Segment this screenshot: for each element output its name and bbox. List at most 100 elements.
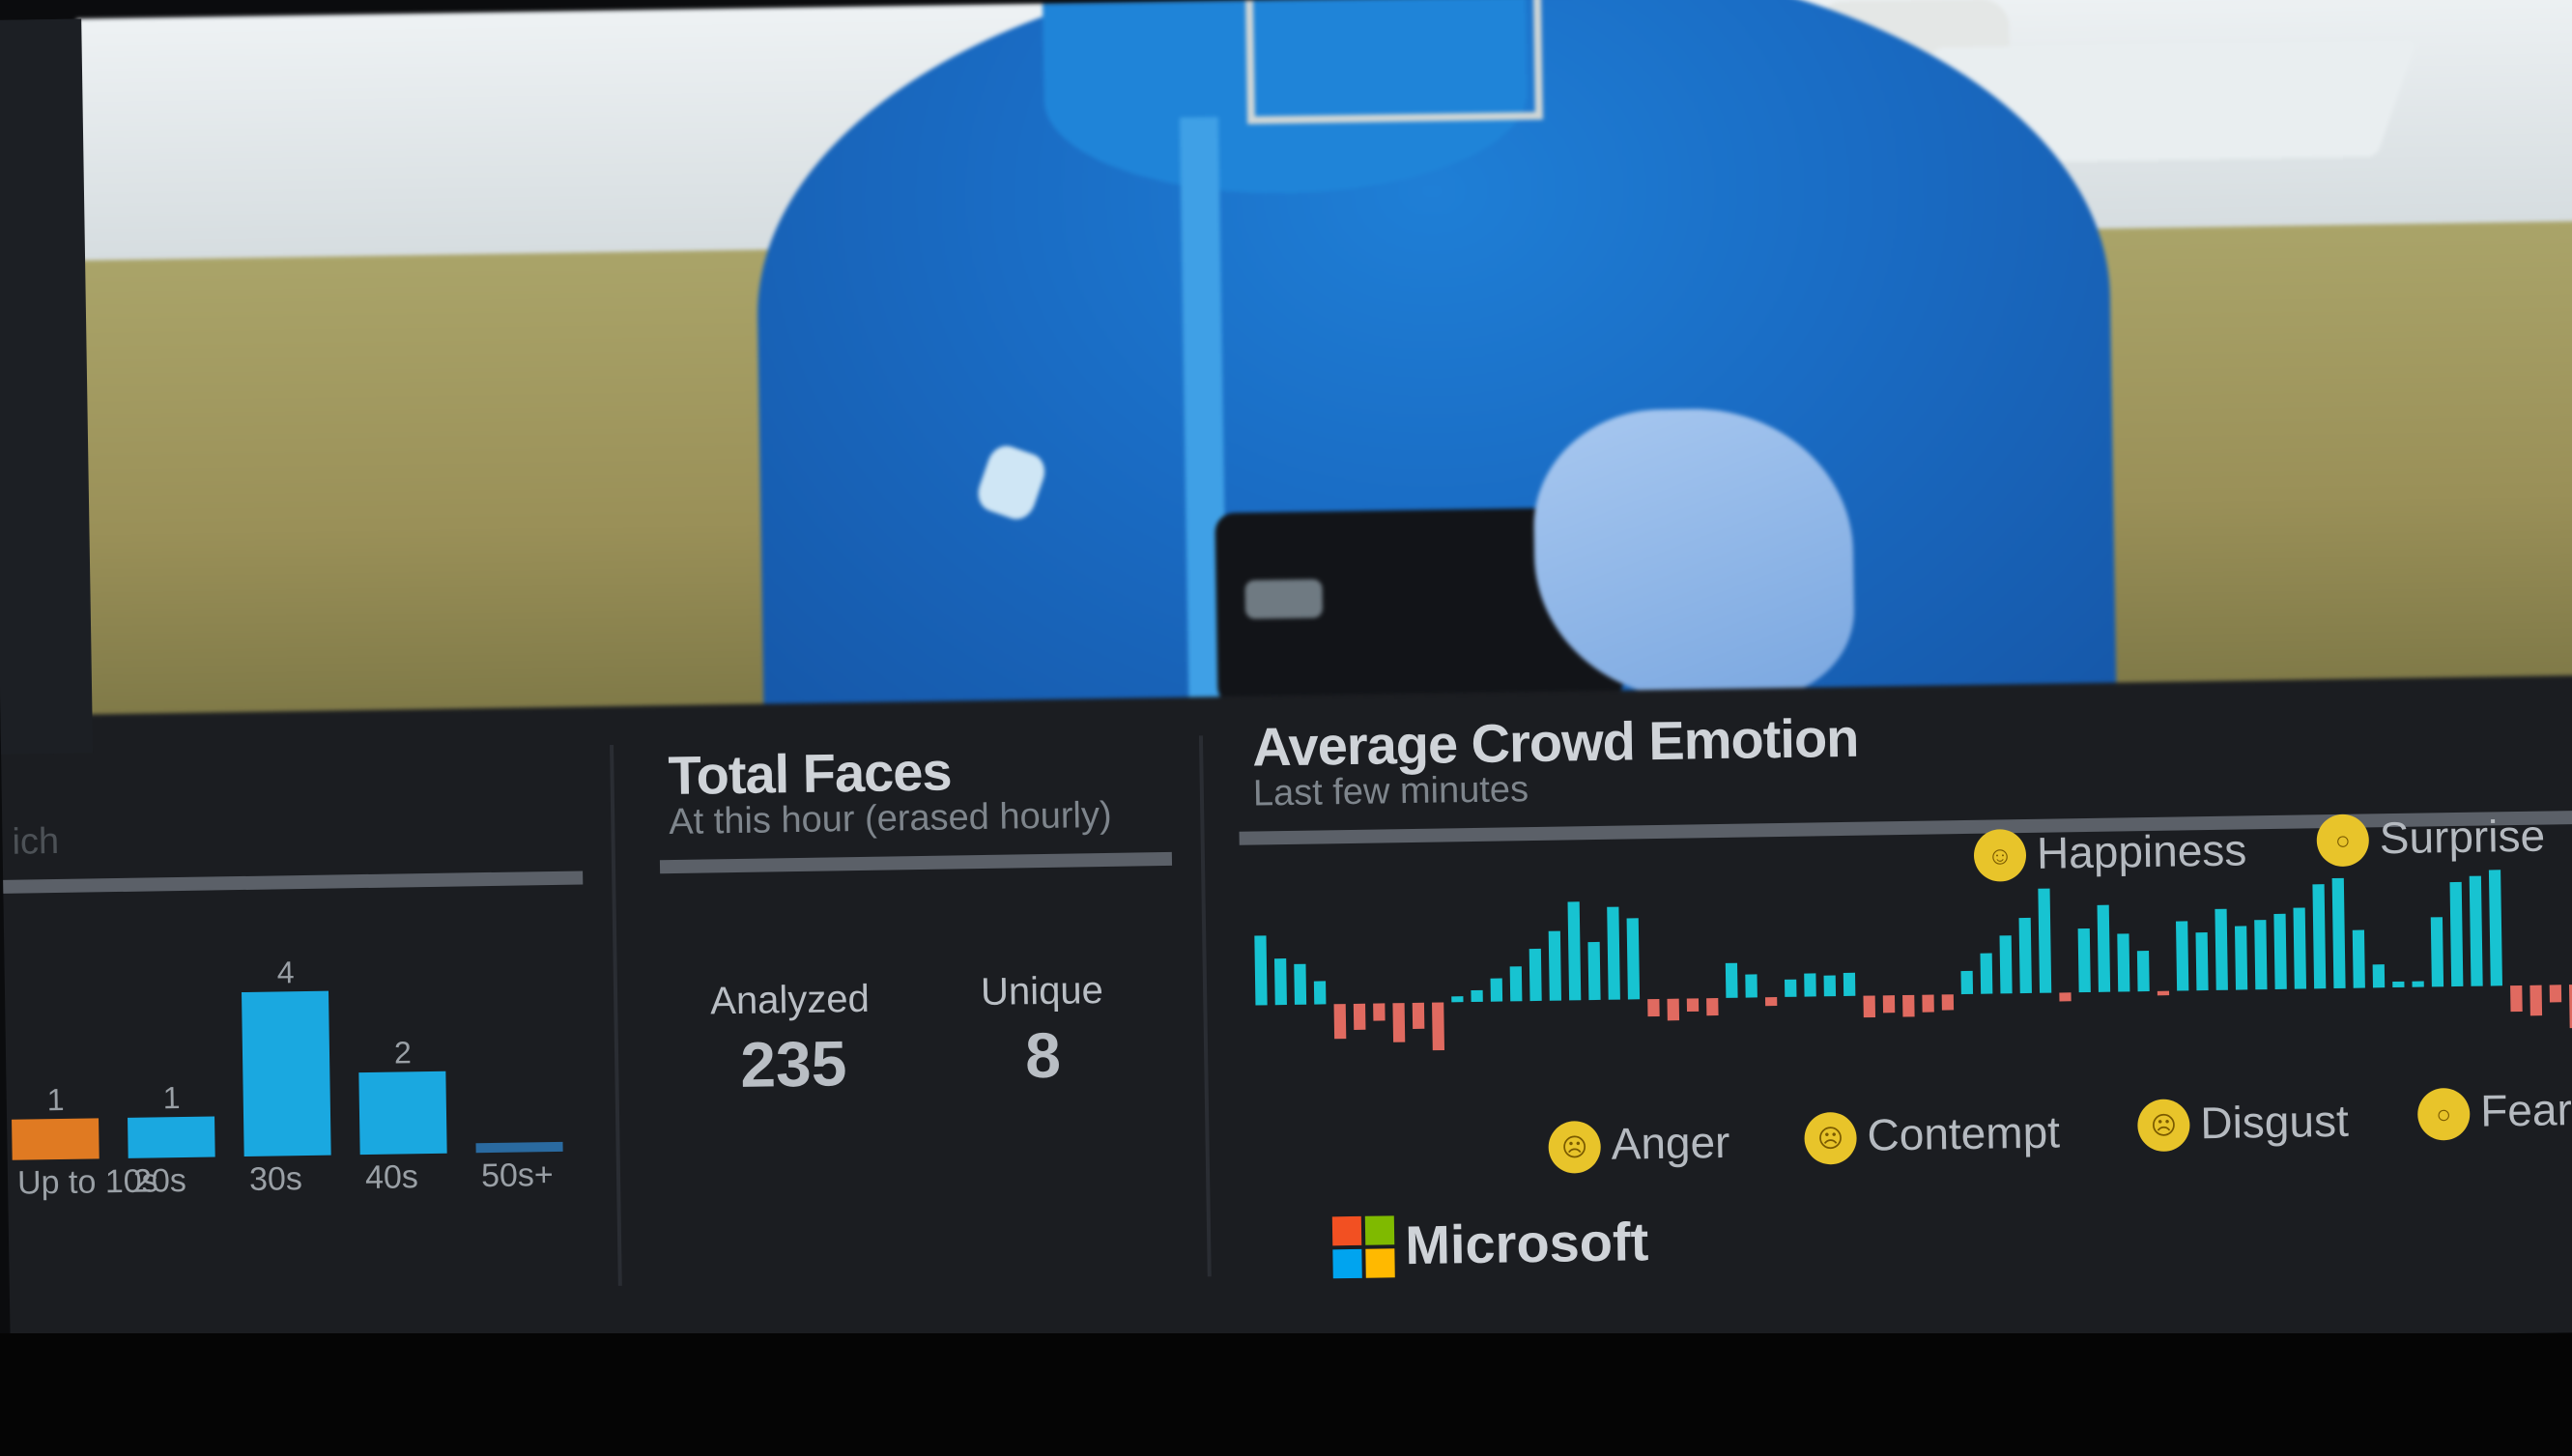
emotion-bar-positive [1529,948,1542,1002]
emotion-bar-positive [1490,978,1503,1002]
emotion-bar-negative [2059,992,2072,1002]
emotion-bar-negative [1667,998,1680,1021]
age-panel-divider [3,871,584,894]
age-bar-count: 4 [276,955,295,990]
emotion-bar-negative [1392,1003,1406,1042]
emotion-bar-negative [2549,985,2562,1003]
emotion-bar-positive [2469,875,2483,986]
analyzed-value: 235 [739,1027,847,1100]
emotion-bar-positive [2372,964,2386,988]
emotion-bar-positive [2488,870,2502,986]
age-bar-label: 40s [364,1158,419,1197]
faces-panel-divider [659,851,1173,874]
disgust-face-icon: ☹ [2136,1099,2190,1153]
emotion-bar-negative [2510,985,2523,1013]
emotion-bar-negative [1686,998,1700,1013]
emotion-bar-positive [2412,981,2424,987]
emotion-bar-positive [1823,975,1837,997]
emotion-bar-negative [2157,990,2170,996]
emotion-bar-negative [1432,1002,1444,1051]
emotion-bar-positive [2175,921,2189,991]
emotion-bar-positive [2273,913,2287,989]
microsoft-logo-icon [1331,1215,1395,1279]
emotion-panel-subtitle: Last few minutes [1252,769,1529,814]
panel-separator [610,744,622,1286]
emotion-bar-positive [2449,881,2464,987]
legend-contempt: Contempt [1867,1106,2061,1160]
analyzed-label: Analyzed [709,977,871,1023]
age-bar-count: 1 [162,1079,181,1115]
emotion-bar-negative [1353,1003,1366,1030]
age-bar [12,1117,100,1160]
emotion-bar-positive [2312,884,2327,989]
emotion-bar-positive [2136,951,2150,992]
age-bar [128,1115,215,1158]
emotion-bar-positive [1471,989,1483,1003]
emotion-bar-positive [1607,906,1620,1000]
fear-face-icon: ○ [2416,1087,2471,1141]
contempt-face-icon: ☹ [1804,1111,1858,1165]
faces-panel-title: Total Faces [668,740,952,807]
emotion-bar-negative [1922,994,1934,1013]
emotion-bar-positive [1745,974,1758,998]
emotion-bar-positive [2331,877,2346,989]
emotion-chart [1254,870,2572,1051]
logo-square [1331,1215,1362,1246]
emotion-bar-positive [1784,979,1797,997]
emotion-bar-positive [2195,932,2209,991]
emotion-bar-negative [1412,1002,1425,1029]
logo-square [1332,1248,1362,1279]
emotion-bar-positive [1960,970,1974,995]
emotion-bar-negative [1764,997,1778,1007]
age-bar-count: 2 [393,1035,413,1071]
emotion-bar-positive [2430,917,2444,987]
emotion-bar-positive [2018,917,2032,994]
faces-panel-subtitle: At this hour (erased hourly) [668,794,1112,843]
emotion-bar-positive [1843,972,1856,996]
age-bar [475,1141,563,1154]
age-bar-label: 20s [132,1161,187,1200]
emotion-bar-positive [1587,941,1601,1001]
emotion-bar-negative [1863,995,1876,1018]
emotion-bar-positive [1626,918,1641,1000]
emotion-bar-positive [1725,962,1738,998]
emotion-panel-divider [1239,810,2572,845]
age-chart: 1 Up to 10s 1 20s 4 30s 2 40s 50s+ [5,955,587,1202]
anger-face-icon: ☹ [1548,1120,1602,1174]
emotion-bar-positive [2117,933,2130,992]
age-panel-title-fragment: ich [12,820,60,863]
face-detection-box [1244,0,1543,125]
unique-label: Unique [980,969,1104,1013]
emotion-bar-negative [1706,998,1719,1016]
unique-value: 8 [1024,1018,1062,1092]
emotion-bar-negative [1647,998,1660,1017]
emotion-bar-negative [1902,994,1915,1017]
emotion-bar-positive [2392,981,2405,988]
panel-separator [1198,735,1212,1277]
dashboard-monitor: ich 1 Up to 10s 1 20s 4 30s 2 40s 50s+ Total Fac… [0,0,2572,1373]
emotion-bar-positive [2293,907,2307,989]
emotion-bar-negative [1882,995,1896,1013]
emotion-bar-positive [1254,935,1268,1006]
emotion-bar-positive [2215,908,2228,990]
brand-name: Microsoft [1404,1211,1649,1276]
emotion-bar-positive [2254,920,2268,990]
emotion-bar-positive [1451,996,1464,1003]
emotion-bar-positive [1999,935,2013,994]
camera-photo: ich 1 Up to 10s 1 20s 4 30s 2 40s 50s+ Total Fac… [0,0,2572,1456]
age-bar-label: 50s+ [480,1156,554,1195]
emotion-bar-positive [2234,926,2248,990]
emotion-bar-negative [1373,1003,1386,1021]
emotion-bar-positive [2097,904,2111,992]
emotion-bar-positive [1548,930,1562,1001]
emotion-bar-positive [1509,966,1523,1002]
age-bar-count: 1 [46,1081,65,1117]
emotion-bar-positive [1313,981,1327,1005]
age-bar-label: 30s [248,1160,303,1198]
logo-square [1364,1215,1395,1245]
legend-disgust: Disgust [2199,1095,2350,1149]
emotion-bar-positive [1567,901,1582,1001]
emotion-bar-negative [1941,994,1955,1011]
emotion-bar-positive [1294,963,1307,1005]
emotion-bar-positive [1273,958,1287,1006]
